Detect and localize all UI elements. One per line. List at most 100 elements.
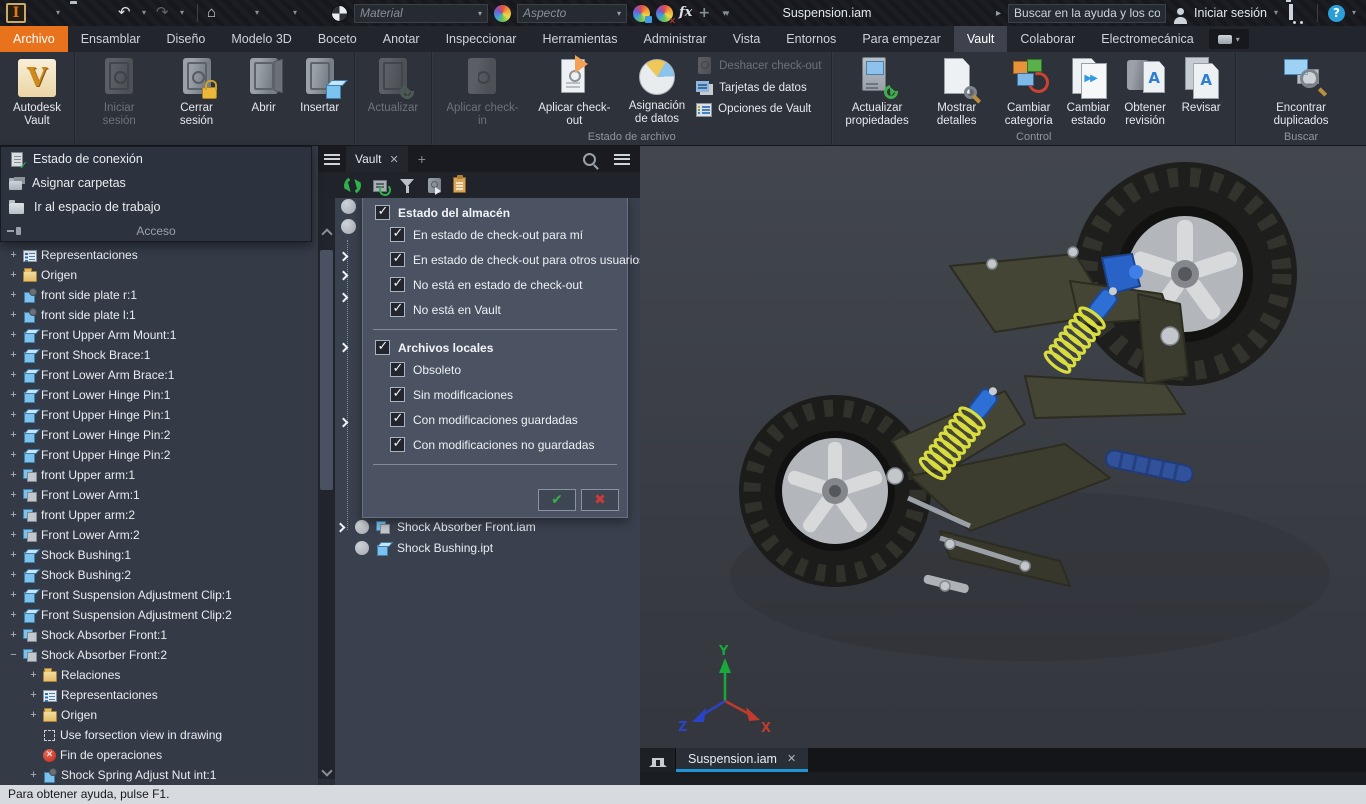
ribbon-tab[interactable]: Herramientas: [529, 26, 630, 52]
appearance-dropdown[interactable]: Aspecto ▾: [517, 3, 627, 23]
filter-checkbox-item[interactable]: No está en estado de check-out: [363, 272, 627, 297]
ribbon-tab[interactable]: Archivo: [0, 26, 68, 52]
new-file-button[interactable]: [32, 4, 50, 22]
clear-appearance-icon[interactable]: [656, 4, 676, 27]
tree-expand-toggle[interactable]: +: [28, 709, 39, 721]
ribbon-tab[interactable]: Administrar: [630, 26, 719, 52]
tree-expand-toggle[interactable]: +: [8, 409, 19, 421]
vault-file-row[interactable]: Shock Absorber Front.iam: [335, 516, 640, 537]
tree-item[interactable]: Fin de operaciones: [0, 745, 318, 765]
tree-item[interactable]: + Front Lower Arm:1: [0, 485, 318, 505]
undo-button[interactable]: ↶: [118, 4, 136, 22]
ribbon-tab[interactable]: Inspeccionar: [433, 26, 530, 52]
filter-checkbox-item[interactable]: No está en Vault: [363, 297, 627, 322]
select-tool-button[interactable]: [269, 4, 287, 22]
tree-expand-toggle[interactable]: +: [8, 369, 19, 381]
sync-server-icon[interactable]: [373, 180, 391, 196]
tree-expand-toggle[interactable]: +: [8, 389, 19, 401]
add-tab-icon[interactable]: +: [418, 151, 426, 167]
home-tab[interactable]: [640, 748, 676, 772]
tab-overflow-button[interactable]: ▾: [1208, 29, 1249, 49]
ribbon-button[interactable]: Mostrar detalles: [916, 54, 998, 129]
tree-expand-toggle[interactable]: +: [8, 489, 19, 501]
material-dropdown[interactable]: Material ▾: [354, 3, 488, 23]
ribbon-button[interactable]: Aplicar check-in: [438, 54, 527, 129]
tree-item[interactable]: + Front Lower Arm Brace:1: [0, 365, 318, 385]
toolbar-overflow-icon[interactable]: ▾▾: [722, 4, 740, 22]
ribbon-tab[interactable]: Diseño: [153, 26, 218, 52]
tree-item[interactable]: + Front Upper Hinge Pin:1: [0, 405, 318, 425]
document-tab[interactable]: Suspension.iam ✕: [676, 748, 809, 772]
checkbox-checked-icon[interactable]: [375, 204, 390, 220]
tree-item[interactable]: Use forsection view in drawing: [0, 725, 318, 745]
sign-in-button[interactable]: Iniciar sesión: [1194, 6, 1267, 20]
access-menu-item[interactable]: Ir al espacio de trabajo: [1, 195, 311, 219]
tree-expand-toggle[interactable]: +: [8, 469, 19, 481]
filter-checkbox-item[interactable]: En estado de check-out para mí: [363, 222, 627, 247]
redo-dropdown-icon[interactable]: ▾: [180, 4, 188, 22]
pin-icon[interactable]: [7, 226, 21, 236]
ribbon-button[interactable]: Abrir: [236, 54, 292, 116]
tree-item[interactable]: + Shock Spring Adjust Nut int:1: [0, 765, 318, 785]
tree-item[interactable]: + Shock Bushing:2: [0, 565, 318, 585]
tree-expand-toggle[interactable]: +: [8, 349, 19, 361]
new-file-dropdown-icon[interactable]: ▾: [56, 4, 64, 22]
app-store-cart-icon[interactable]: [1289, 4, 1307, 22]
redo-button[interactable]: ↷: [156, 4, 174, 22]
tree-expand-toggle[interactable]: +: [8, 309, 19, 321]
filter-checkbox-item[interactable]: Sin modificaciones: [363, 382, 627, 407]
render-style-icon[interactable]: [331, 4, 348, 22]
ribbon-tab[interactable]: Vista: [720, 26, 774, 52]
tree-item[interactable]: + front side plate l:1: [0, 305, 318, 325]
clipboard-icon[interactable]: [453, 175, 466, 193]
ribbon-button[interactable]: Revisar: [1173, 54, 1229, 116]
tree-item[interactable]: + front Upper arm:2: [0, 505, 318, 525]
tree-expand-toggle[interactable]: +: [8, 569, 19, 581]
tree-expand-toggle[interactable]: +: [8, 529, 19, 541]
tree-item[interactable]: + front Upper arm:1: [0, 465, 318, 485]
filter-checkbox-item[interactable]: Obsoleto: [363, 357, 627, 382]
model-tree-scrollbar[interactable]: [318, 198, 335, 779]
ribbon-small-button[interactable]: Deshacer check-out: [696, 57, 821, 74]
ribbon-tab[interactable]: Boceto: [305, 26, 370, 52]
ribbon-small-button[interactable]: Tarjetas de datos: [696, 79, 821, 96]
tree-expand-toggle[interactable]: +: [8, 589, 19, 601]
tree-item[interactable]: + Origen: [0, 265, 318, 285]
access-menu-item[interactable]: Estado de conexión: [1, 147, 311, 172]
tree-item[interactable]: + Front Suspension Adjustment Clip:2: [0, 605, 318, 625]
ribbon-tab[interactable]: Entornos: [773, 26, 849, 52]
select-dropdown-icon[interactable]: ▾: [293, 4, 301, 22]
tree-item[interactable]: + Representaciones: [0, 245, 318, 265]
add-toolbar-command-icon[interactable]: +: [698, 4, 716, 22]
ribbon-button[interactable]: Encontrar duplicados: [1242, 54, 1360, 129]
ribbon-button[interactable]: Cambiar categoría: [998, 54, 1060, 129]
parameters-fx-icon[interactable]: fx: [679, 4, 692, 22]
tree-expand-toggle[interactable]: +: [28, 669, 39, 681]
tree-expand-toggle[interactable]: +: [8, 269, 19, 281]
tree-expand-toggle[interactable]: +: [8, 329, 19, 341]
tree-item[interactable]: + Shock Bushing:1: [0, 545, 318, 565]
ribbon-small-button[interactable]: Opciones de Vault: [696, 101, 821, 117]
inventor-logo-icon[interactable]: I: [6, 3, 26, 23]
scroll-down-icon[interactable]: [320, 765, 333, 777]
tree-item[interactable]: + Front Upper Arm Mount:1: [0, 325, 318, 345]
ribbon-button[interactable]: Asignación de datos: [622, 54, 692, 127]
tree-expand-toggle[interactable]: +: [8, 429, 19, 441]
checkbox-checked-icon[interactable]: [375, 339, 390, 355]
access-menu-item[interactable]: Asignar carpetas: [1, 171, 311, 195]
tree-item[interactable]: + Origen: [0, 705, 318, 725]
tree-expand-toggle[interactable]: +: [8, 549, 19, 561]
ribbon-button[interactable]: Insertar: [292, 54, 348, 116]
ribbon-button[interactable]: Obtener revisión: [1117, 54, 1173, 129]
ribbon-tab[interactable]: Para empezar: [849, 26, 954, 52]
tree-expand-toggle[interactable]: +: [8, 629, 19, 641]
filter-checkbox-item[interactable]: Con modificaciones no guardadas: [363, 432, 627, 457]
ribbon-tab[interactable]: Modelo 3D: [218, 26, 304, 52]
scroll-up-icon[interactable]: [320, 228, 333, 240]
panel-options-icon[interactable]: [614, 153, 630, 165]
performance-dropdown-icon[interactable]: ▾: [255, 4, 263, 22]
ribbon-tab[interactable]: Anotar: [370, 26, 433, 52]
save-button[interactable]: [94, 4, 112, 22]
scrollbar-thumb[interactable]: [320, 250, 333, 490]
tree-expand-toggle[interactable]: +: [28, 689, 39, 701]
